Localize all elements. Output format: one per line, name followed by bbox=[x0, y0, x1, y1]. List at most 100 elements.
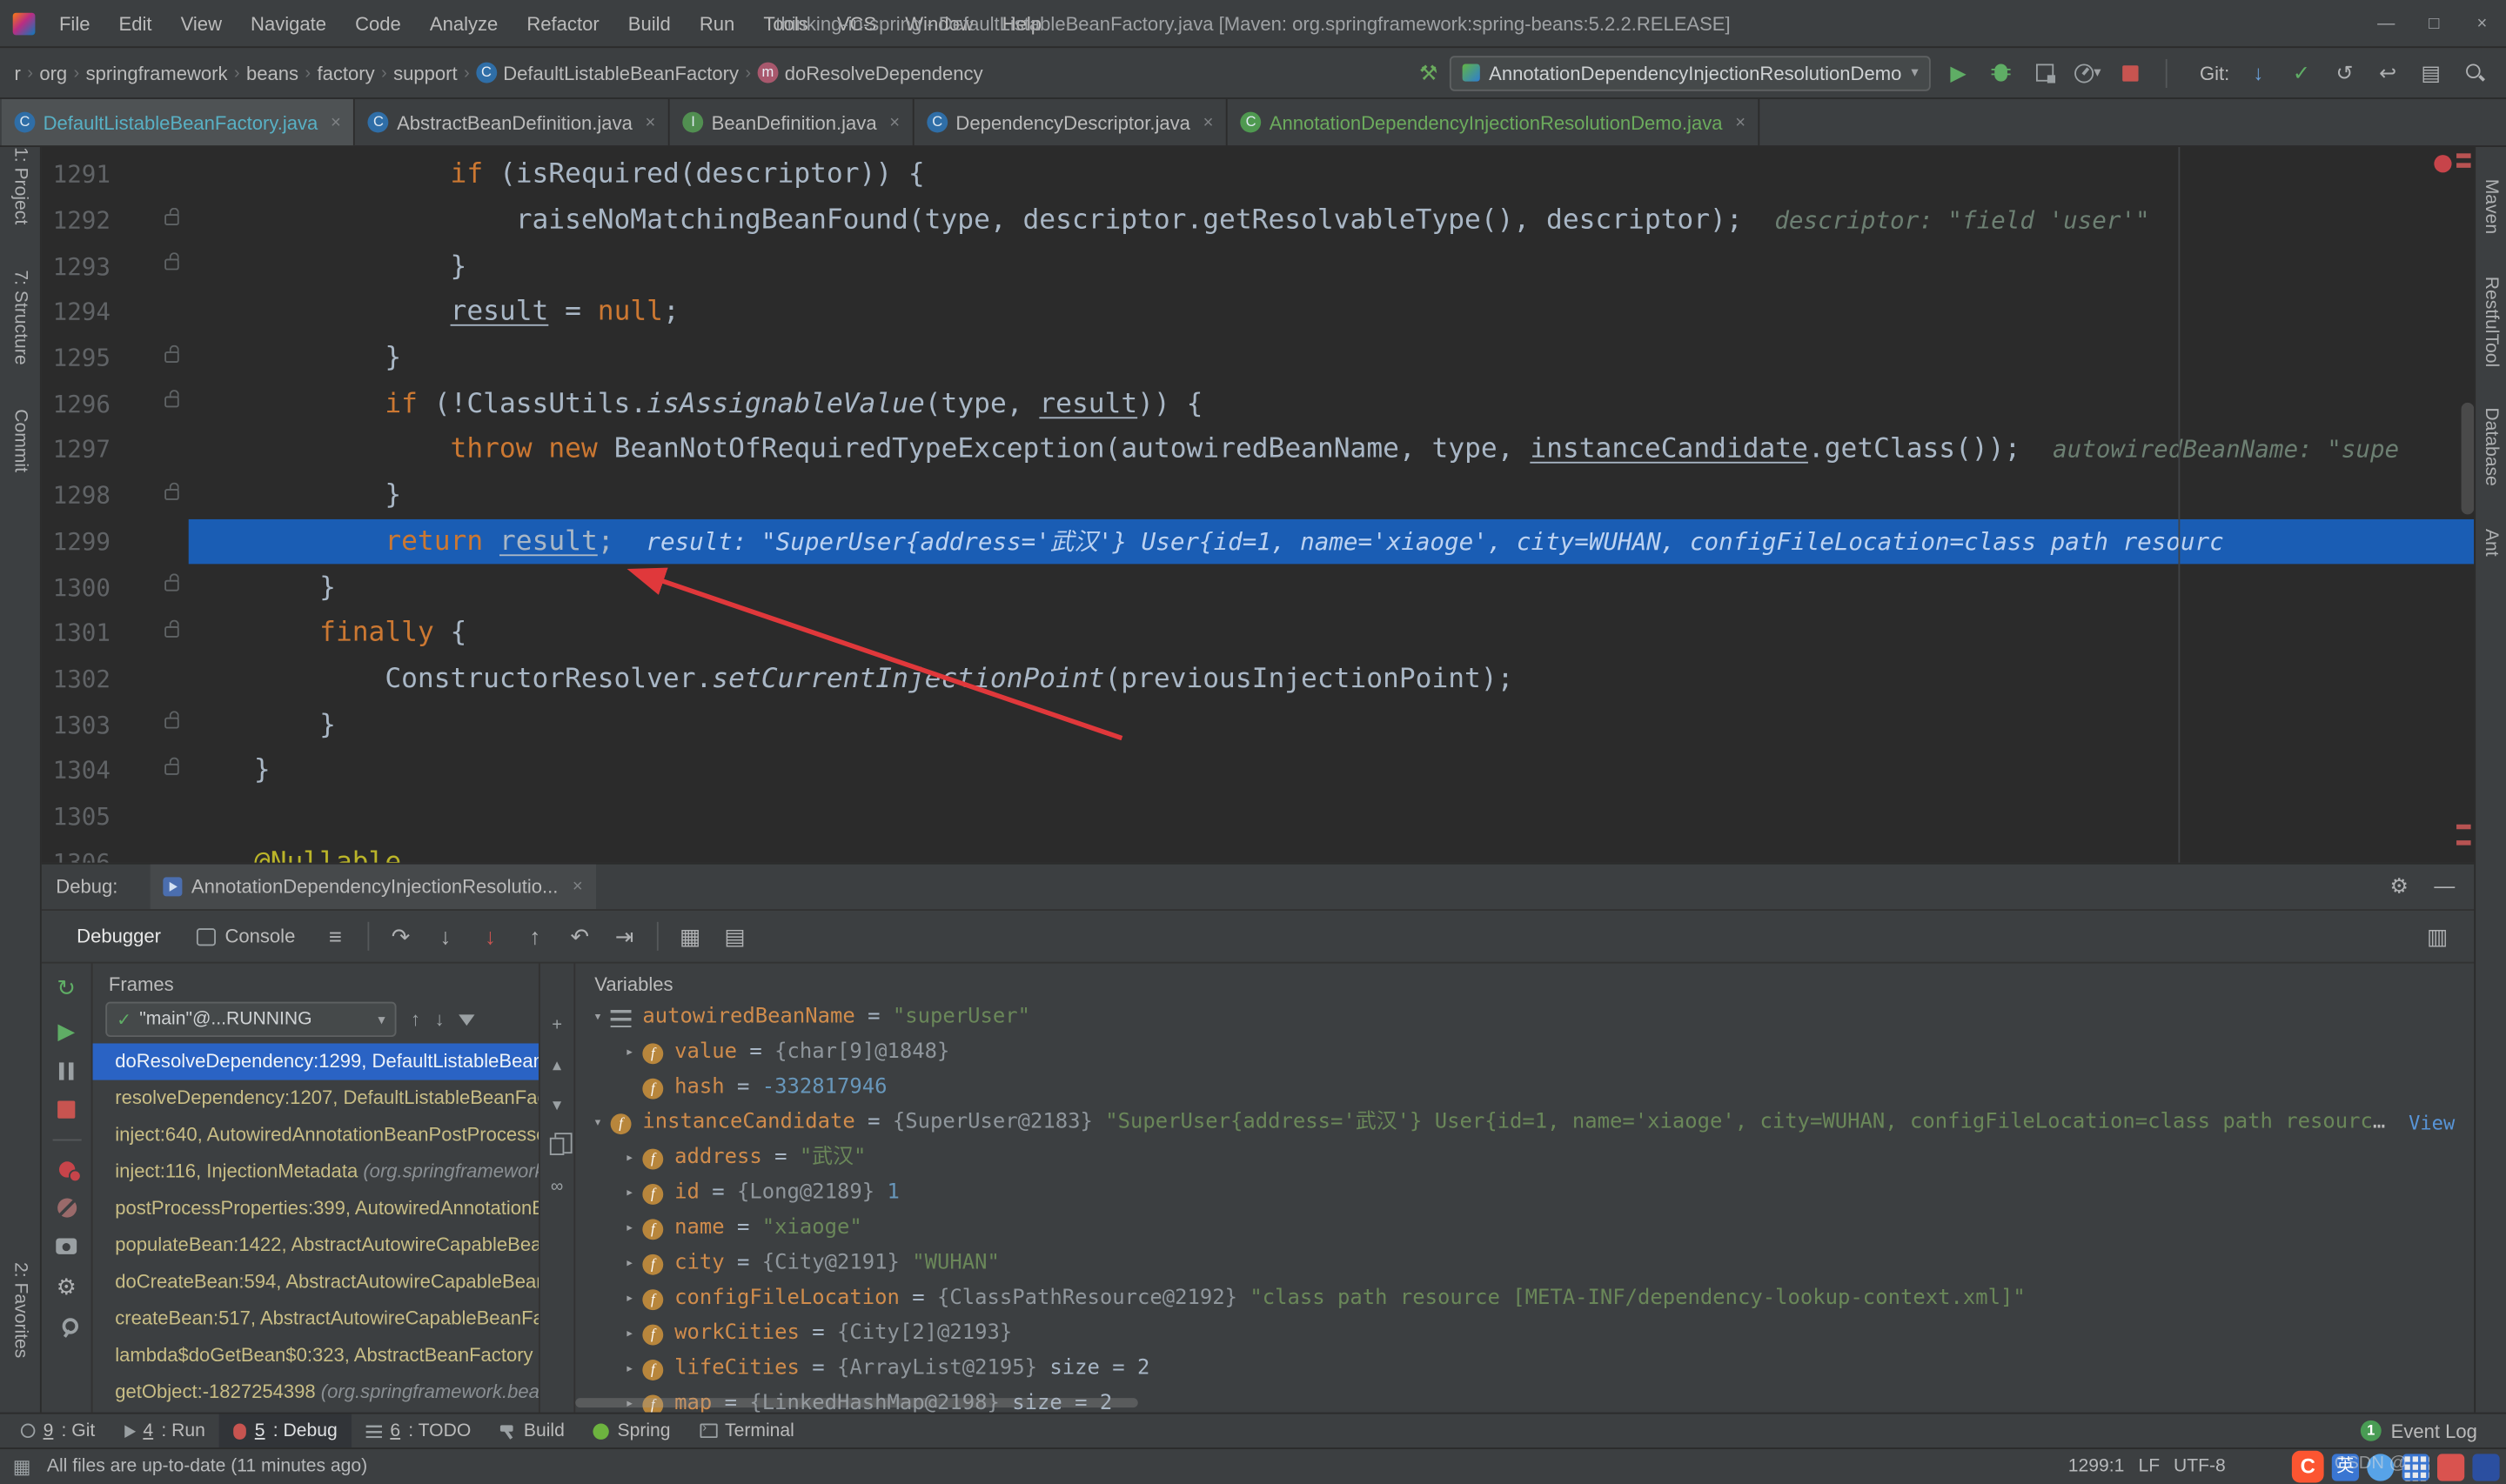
line-number-gutter[interactable]: 1293 bbox=[42, 244, 189, 290]
close-tab-icon[interactable]: × bbox=[1735, 112, 1745, 131]
fold-lock-icon[interactable] bbox=[164, 757, 179, 775]
event-log-button[interactable]: 1 Event Log bbox=[2360, 1420, 2500, 1442]
toolwindow-button-run[interactable]: 4: Run bbox=[110, 1414, 220, 1448]
pause-button[interactable] bbox=[58, 1062, 74, 1080]
collapse-arrow-icon[interactable]: ▾ bbox=[585, 1000, 610, 1035]
scroll-up-icon[interactable]: ▴ bbox=[553, 1057, 561, 1074]
breadcrumb-item-beans[interactable]: beans bbox=[241, 58, 303, 87]
fold-lock-icon[interactable] bbox=[164, 619, 179, 638]
view-link[interactable]: View bbox=[2409, 1106, 2455, 1140]
collapse-arrow-icon[interactable]: ▾ bbox=[585, 1106, 610, 1140]
commit-button[interactable]: ✓ bbox=[2286, 55, 2318, 90]
fold-lock-icon[interactable] bbox=[164, 344, 179, 363]
variable-row[interactable]: ▸ f name = "xiaoge" bbox=[575, 1211, 2474, 1246]
debug-settings-gear-icon[interactable]: ⚙ bbox=[57, 1275, 77, 1298]
breadcrumb-item-doresolvedependency[interactable]: m doResolveDependency bbox=[753, 58, 988, 87]
variable-row[interactable]: ▸ f address = "武汉" bbox=[575, 1140, 2474, 1175]
stop-button[interactable] bbox=[2115, 55, 2148, 90]
editor-tab-beandefinition-java[interactable]: I BeanDefinition.java × bbox=[670, 98, 915, 146]
debug-button[interactable] bbox=[1986, 55, 2018, 90]
error-stripe-mark[interactable] bbox=[2456, 153, 2471, 158]
drop-frame-icon[interactable]: ↶ bbox=[559, 915, 600, 957]
stop-session-button[interactable] bbox=[57, 1100, 76, 1119]
expand-arrow-icon[interactable]: ▸ bbox=[617, 1140, 642, 1175]
line-number-gutter[interactable]: 1292 bbox=[42, 197, 189, 244]
line-number-gutter[interactable]: 1297 bbox=[42, 427, 189, 473]
expand-arrow-icon[interactable]: ▸ bbox=[617, 1281, 642, 1316]
stack-frame[interactable]: postProcessProperties:399, AutowiredAnno… bbox=[93, 1190, 539, 1227]
hide-library-frames-icon[interactable] bbox=[459, 1013, 475, 1026]
coverage-button[interactable] bbox=[2028, 55, 2060, 90]
variable-row[interactable]: ▸ f city = {City@2191} "WUHAN" bbox=[575, 1247, 2474, 1281]
step-over-icon[interactable]: ↷ bbox=[380, 915, 422, 957]
stack-frame[interactable]: inject:640, AutowiredAnnotationBeanPostP… bbox=[93, 1117, 539, 1153]
update-project-button[interactable]: ↓ bbox=[2242, 55, 2275, 90]
debug-session-tab[interactable]: AnnotationDependencyInjectionResolutio..… bbox=[150, 864, 596, 910]
close-session-icon[interactable]: × bbox=[573, 877, 583, 896]
tab-debugger[interactable]: Debugger bbox=[61, 909, 178, 963]
stack-frame[interactable]: getObject:-1827254398 (org.springframewo… bbox=[93, 1374, 539, 1411]
search-everywhere-button[interactable] bbox=[2458, 55, 2490, 90]
rerun-button[interactable]: ↻ bbox=[57, 976, 76, 999]
editor-tab-annotationdependencyinjectionresolutiondemo-java[interactable]: C AnnotationDependencyInjectionResolution… bbox=[1228, 98, 1760, 146]
menu-view[interactable]: View bbox=[166, 0, 236, 47]
stack-frame[interactable]: doCreateBean:594, AbstractAutowireCapabl… bbox=[93, 1264, 539, 1300]
step-into-icon[interactable]: ↓ bbox=[425, 915, 466, 957]
close-tab-icon[interactable]: × bbox=[646, 112, 656, 131]
line-number-gutter[interactable]: 1296 bbox=[42, 381, 189, 427]
tool-stripe-2-favorites[interactable]: 2: Favorites bbox=[10, 1262, 30, 1358]
expand-arrow-icon[interactable]: ▸ bbox=[617, 1035, 642, 1070]
step-out-icon[interactable]: ↑ bbox=[514, 915, 556, 957]
more-options-icon[interactable]: ≡ bbox=[314, 915, 356, 957]
run-to-cursor-icon[interactable]: ⇥ bbox=[604, 915, 646, 957]
variable-row[interactable]: ▾ autowiredBeanName = "superUser" bbox=[575, 1000, 2474, 1035]
gear-icon[interactable]: ⚙ bbox=[2390, 874, 2409, 899]
toolwindow-button-todo[interactable]: 6: TODO bbox=[352, 1414, 486, 1448]
menu-code[interactable]: Code bbox=[341, 0, 416, 47]
breadcrumb-item-factory[interactable]: factory bbox=[312, 58, 379, 87]
breadcrumb-item-defaultlistablebeanfactory[interactable]: C DefaultListableBeanFactory bbox=[472, 58, 744, 87]
code-editor[interactable]: 1291 if (isRequired(descriptor)) {1292 r… bbox=[42, 146, 2475, 863]
variable-row[interactable]: ▾ f instanceCandidate = {SuperUser@2183} "… bbox=[575, 1106, 2474, 1140]
copy-icon[interactable] bbox=[549, 1133, 573, 1155]
line-number-gutter[interactable]: 1295 bbox=[42, 335, 189, 381]
line-separator-indicator[interactable]: LF bbox=[2139, 1449, 2161, 1484]
error-stripe-mark[interactable] bbox=[2456, 824, 2471, 830]
breadcrumb-item-springframework[interactable]: springframework bbox=[81, 58, 232, 87]
toolwindow-button-terminal[interactable]: Terminal bbox=[685, 1414, 808, 1448]
close-tab-icon[interactable]: × bbox=[889, 112, 900, 131]
tool-stripe-maven[interactable]: Maven bbox=[2482, 179, 2501, 234]
line-number-gutter[interactable]: 1299 bbox=[42, 518, 189, 565]
expand-arrow-icon[interactable]: ▸ bbox=[617, 1352, 642, 1387]
toolwindow-button-build[interactable]: Build bbox=[486, 1414, 580, 1448]
threads-view-icon[interactable]: ▤ bbox=[714, 915, 756, 957]
line-number-gutter[interactable]: 1294 bbox=[42, 290, 189, 336]
pin-icon[interactable] bbox=[57, 1318, 78, 1337]
variable-row[interactable]: f hash = -332817946 bbox=[575, 1071, 2474, 1106]
stack-frame[interactable]: lambda$doGetBean$0:323, AbstractBeanFact… bbox=[93, 1337, 539, 1374]
tool-stripe-7-structure[interactable]: 7: Structure bbox=[10, 270, 30, 364]
editor-tab-defaultlistablebeanfactory-java[interactable]: C DefaultListableBeanFactory.java × bbox=[1, 98, 356, 146]
menu-edit[interactable]: Edit bbox=[104, 0, 166, 47]
run-button[interactable]: ▶ bbox=[1942, 55, 1974, 90]
force-step-into-icon[interactable]: ↓ bbox=[470, 915, 512, 957]
build-hammer-icon[interactable]: ⚒ bbox=[1419, 60, 1437, 85]
menu-build[interactable]: Build bbox=[613, 0, 685, 47]
tool-stripe-commit[interactable]: Commit bbox=[10, 409, 30, 472]
minimize-window-button[interactable]: — bbox=[2362, 0, 2410, 47]
line-number-gutter[interactable]: 1298 bbox=[42, 472, 189, 518]
toolwindow-button-git[interactable]: 9: Git bbox=[6, 1414, 109, 1448]
fold-lock-icon[interactable] bbox=[164, 390, 179, 409]
stack-frame[interactable]: createBean:517, AbstractAutowireCapableB… bbox=[93, 1300, 539, 1337]
stack-frame[interactable]: resolveDependency:1207, DefaultListableB… bbox=[93, 1080, 539, 1117]
caret-position[interactable]: 1299:1 bbox=[2068, 1449, 2125, 1484]
history-button[interactable]: ↺ bbox=[2328, 55, 2361, 90]
variable-row[interactable]: ▸ f id = {Long@2189} 1 bbox=[575, 1176, 2474, 1211]
line-number-gutter[interactable]: 1304 bbox=[42, 747, 189, 793]
run-config-select[interactable]: AnnotationDependencyInjectionResolutionD… bbox=[1449, 55, 1932, 90]
thread-select[interactable]: ✓ "main"@...RUNNING ▾ bbox=[105, 1001, 397, 1038]
view-as-table-icon[interactable]: ▦ bbox=[669, 915, 711, 957]
fold-lock-icon[interactable] bbox=[164, 573, 179, 592]
line-number-gutter[interactable]: 1302 bbox=[42, 656, 189, 702]
error-indicator-icon[interactable] bbox=[2434, 155, 2452, 173]
